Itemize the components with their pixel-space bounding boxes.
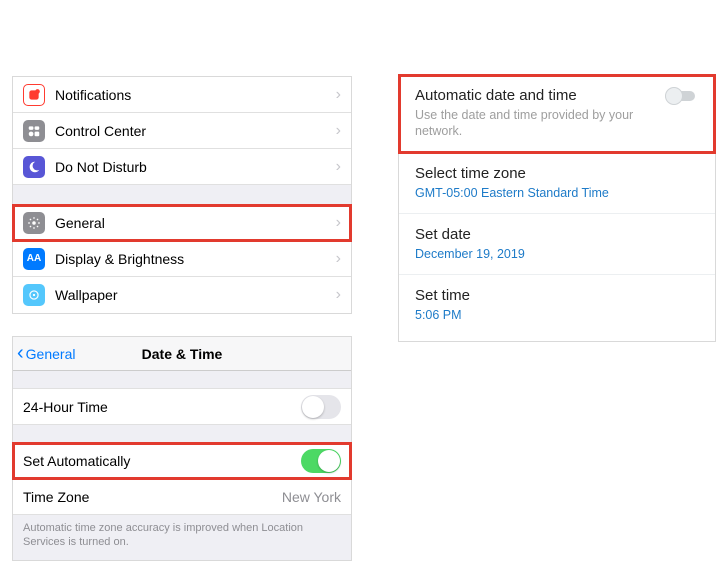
row-title: Set date bbox=[415, 226, 699, 243]
do-not-disturb-icon bbox=[23, 156, 45, 178]
row-label: Time Zone bbox=[23, 489, 282, 505]
chevron-right-icon: › bbox=[336, 286, 341, 304]
row-time-zone[interactable]: Time Zone New York bbox=[13, 479, 351, 515]
row-label: Do Not Disturb bbox=[55, 159, 336, 175]
footnote-text: Automatic time zone accuracy is improved… bbox=[13, 515, 351, 560]
android-datetime-panel: Automatic date and time Use the date and… bbox=[398, 74, 716, 342]
settings-row-notifications[interactable]: Notifications › bbox=[13, 77, 351, 113]
row-subtitle: 5:06 PM bbox=[415, 307, 699, 323]
wallpaper-icon bbox=[23, 284, 45, 306]
control-center-icon bbox=[23, 120, 45, 142]
time-zone-value: New York bbox=[282, 489, 341, 505]
back-label: General bbox=[26, 346, 76, 362]
row-label: Display & Brightness bbox=[55, 251, 336, 267]
row-set-date[interactable]: Set date December 19, 2019 bbox=[399, 214, 715, 275]
row-select-time-zone[interactable]: Select time zone GMT-05:00 Eastern Stand… bbox=[399, 153, 715, 214]
toggle-auto[interactable] bbox=[301, 449, 341, 473]
row-label: 24-Hour Time bbox=[23, 399, 301, 415]
toggle-auto-date-time[interactable] bbox=[665, 87, 699, 105]
display-brightness-icon: AA bbox=[23, 248, 45, 270]
row-set-time[interactable]: Set time 5:06 PM bbox=[399, 275, 715, 335]
nav-bar: ‹ General Date & Time bbox=[13, 337, 351, 371]
chevron-right-icon: › bbox=[336, 122, 341, 140]
ios-settings-panel: Notifications › Control Center › Do Not … bbox=[12, 76, 352, 314]
row-24-hour-time[interactable]: 24-Hour Time bbox=[13, 389, 351, 425]
ios-datetime-panel: ‹ General Date & Time 24-Hour Time Set A… bbox=[12, 336, 352, 561]
row-title: Set time bbox=[415, 287, 699, 304]
settings-row-control-center[interactable]: Control Center › bbox=[13, 113, 351, 149]
settings-row-general[interactable]: General › bbox=[13, 205, 351, 241]
settings-row-wallpaper[interactable]: Wallpaper › bbox=[13, 277, 351, 313]
row-label: Control Center bbox=[55, 123, 336, 139]
back-button[interactable]: ‹ General bbox=[13, 342, 75, 365]
row-subtitle: December 19, 2019 bbox=[415, 246, 699, 262]
row-label: Set Automatically bbox=[23, 453, 301, 469]
row-set-automatically[interactable]: Set Automatically bbox=[13, 443, 351, 479]
row-title: Automatic date and time bbox=[415, 87, 665, 104]
row-label: Notifications bbox=[55, 87, 336, 103]
row-subtitle: GMT-05:00 Eastern Standard Time bbox=[415, 185, 699, 201]
row-auto-date-time[interactable]: Automatic date and time Use the date and… bbox=[399, 75, 715, 153]
chevron-left-icon: ‹ bbox=[17, 342, 24, 365]
settings-row-do-not-disturb[interactable]: Do Not Disturb › bbox=[13, 149, 351, 185]
chevron-right-icon: › bbox=[336, 250, 341, 268]
row-label: General bbox=[55, 215, 336, 231]
notifications-icon bbox=[23, 84, 45, 106]
row-title: Select time zone bbox=[415, 165, 699, 182]
settings-row-display-brightness[interactable]: AA Display & Brightness › bbox=[13, 241, 351, 277]
chevron-right-icon: › bbox=[336, 86, 341, 104]
general-icon bbox=[23, 212, 45, 234]
section-gap bbox=[13, 425, 351, 443]
section-gap bbox=[13, 371, 351, 389]
row-label: Wallpaper bbox=[55, 287, 336, 303]
chevron-right-icon: › bbox=[336, 158, 341, 176]
toggle-24-hour[interactable] bbox=[301, 395, 341, 419]
chevron-right-icon: › bbox=[336, 214, 341, 232]
row-subtitle: Use the date and time provided by your n… bbox=[415, 107, 665, 140]
section-gap bbox=[13, 185, 351, 205]
